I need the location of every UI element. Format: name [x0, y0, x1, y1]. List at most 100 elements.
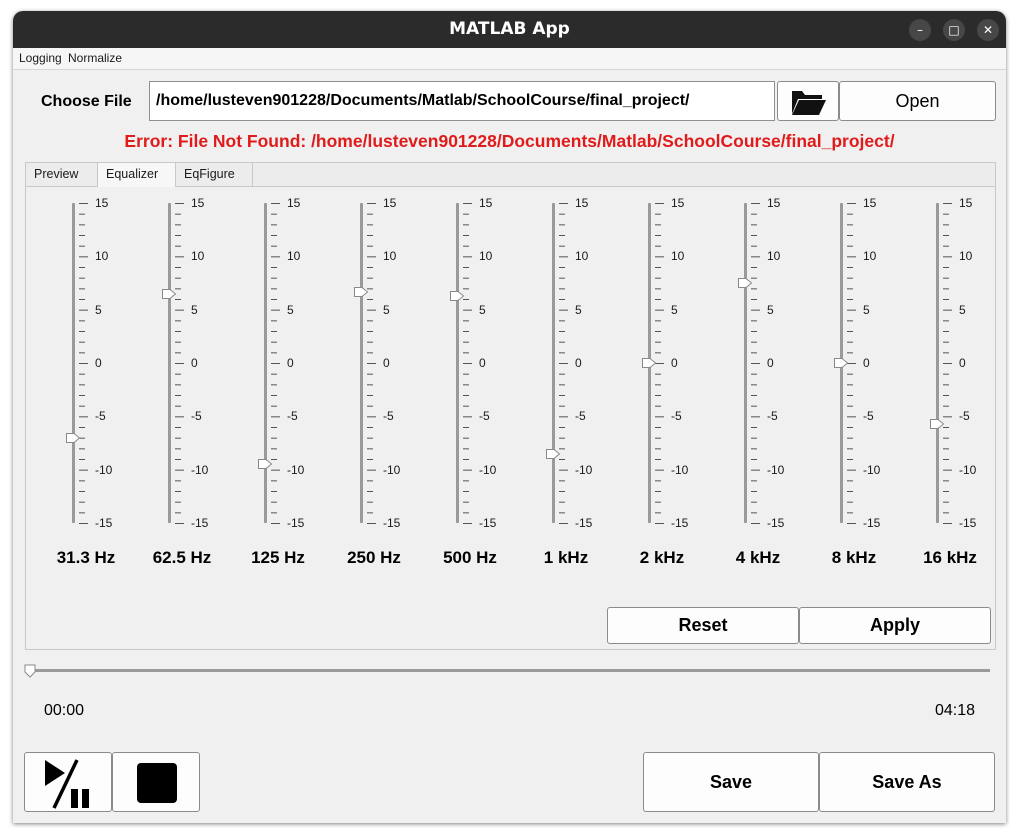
slider-track[interactable]: [552, 203, 555, 523]
eq-slider[interactable]: 15 10 5 0 -5 -10 -15: [38, 196, 134, 543]
menu-normalize[interactable]: Normalize: [68, 51, 122, 65]
title-bar: MATLAB App – □ ✕: [13, 11, 1006, 48]
menu-logging[interactable]: Logging: [19, 51, 62, 65]
slider-tick-label: -15: [95, 516, 113, 530]
eq-slider[interactable]: 15 10 5 0 -5 -10 -15: [326, 196, 422, 543]
slider-tick-label: -5: [767, 409, 778, 424]
app-window: MATLAB App – □ ✕ Logging Normalize Choos…: [13, 11, 1006, 823]
slider-thumb[interactable]: [354, 286, 368, 297]
slider-tick-label: -15: [479, 516, 497, 530]
slider-track[interactable]: [456, 203, 459, 523]
save-button[interactable]: Save: [643, 752, 819, 812]
slider-tick-label: 15: [191, 196, 205, 210]
slider-tick-label: 15: [767, 196, 781, 210]
slider-tick-label: -15: [287, 516, 305, 530]
seek-bar[interactable]: [30, 669, 990, 672]
error-message: Error: File Not Found: /home/lusteven901…: [124, 131, 895, 151]
slider-tick-label: 10: [767, 249, 781, 264]
eq-slider[interactable]: 15 10 5 0 -5 -10 -15: [806, 196, 902, 543]
slider-thumb[interactable]: [258, 459, 272, 470]
maximize-button[interactable]: □: [943, 19, 965, 41]
minimize-button[interactable]: –: [909, 19, 931, 41]
band-label: 16 kHz: [923, 548, 977, 567]
total-time: 04:18: [935, 702, 976, 719]
slider-tick-label: 10: [575, 249, 589, 264]
slider-tick-label: 15: [383, 196, 397, 210]
tab-preview[interactable]: Preview: [26, 163, 98, 186]
slider-ticks: [847, 203, 856, 524]
stop-icon: [137, 763, 177, 803]
slider-tick-label: -10: [959, 462, 977, 477]
slider-tick-label: -10: [191, 462, 209, 477]
slider-tick-label: 10: [95, 249, 109, 264]
eq-slider[interactable]: 15 10 5 0 -5 -10 -15: [134, 196, 230, 543]
slider-tick-label: -15: [671, 516, 689, 530]
slider-tick-label: -5: [671, 409, 682, 424]
menu-bar: Logging Normalize: [13, 48, 1006, 70]
slider-tick-label: 5: [959, 302, 966, 317]
window-title: MATLAB App: [449, 19, 570, 39]
slider-tick-label: 5: [671, 302, 678, 317]
stop-button[interactable]: [112, 752, 200, 812]
eq-slider[interactable]: 15 10 5 0 -5 -10 -15: [422, 196, 518, 543]
folder-open-icon: [792, 91, 826, 115]
slider-thumb[interactable]: [162, 288, 176, 299]
tab-strip: Preview Equalizer EqFigure: [26, 163, 995, 187]
play-pause-button[interactable]: [24, 752, 112, 812]
eq-slider[interactable]: 15 10 5 0 -5 -10 -15: [710, 196, 806, 543]
slider-thumb[interactable]: [930, 418, 944, 429]
slider-tick-label: 5: [575, 302, 582, 317]
seek-thumb[interactable]: [24, 664, 36, 678]
slider-tick-label: 10: [671, 249, 685, 264]
slider-track[interactable]: [936, 203, 939, 523]
slider-tick-label: -15: [767, 516, 785, 530]
slider-tick-label: 5: [287, 302, 294, 317]
slider-tick-label: 15: [863, 196, 877, 210]
band-label: 125 Hz: [251, 548, 305, 567]
band-label: 8 kHz: [831, 548, 877, 567]
slider-thumb[interactable]: [66, 432, 80, 443]
slider-tick-label: 15: [479, 196, 493, 210]
slider-thumb[interactable]: [738, 278, 752, 288]
tab-panel: Preview Equalizer EqFigure 15 10 5 0 -5 -10 -1…: [25, 162, 996, 650]
slider-tick-label: 0: [383, 356, 390, 370]
tab-eqfigure[interactable]: EqFigure: [176, 163, 253, 186]
tab-equalizer[interactable]: Equalizer: [98, 163, 176, 187]
reset-button[interactable]: Reset: [607, 607, 799, 644]
band-label: 500 Hz: [443, 548, 497, 567]
slider-tick-label: 5: [95, 302, 102, 317]
close-button[interactable]: ✕: [977, 19, 999, 41]
slider-tick-label: 10: [383, 249, 397, 264]
slider-tick-label: 0: [575, 356, 582, 370]
slider-tick-label: -10: [671, 462, 689, 477]
open-button[interactable]: Open: [839, 81, 996, 121]
slider-tick-label: 10: [959, 249, 973, 264]
slider-tick-label: 5: [767, 302, 774, 317]
slider-track[interactable]: [744, 203, 747, 523]
browse-button[interactable]: [777, 81, 839, 121]
slider-thumb[interactable]: [834, 358, 848, 368]
apply-button[interactable]: Apply: [799, 607, 991, 644]
slider-tick-label: -15: [863, 516, 881, 530]
eq-slider[interactable]: 15 10 5 0 -5 -10 -15: [614, 196, 710, 543]
slider-tick-label: 10: [863, 249, 877, 264]
eq-slider[interactable]: 15 10 5 0 -5 -10 -15: [230, 196, 326, 543]
slider-ticks: [463, 203, 472, 524]
slider-thumb[interactable]: [450, 290, 464, 301]
slider-track[interactable]: [360, 203, 363, 523]
slider-track[interactable]: [168, 203, 171, 523]
slider-thumb[interactable]: [642, 358, 656, 368]
eq-slider[interactable]: 15 10 5 0 -5 -10 -15: [518, 196, 614, 543]
slider-tick-label: -10: [287, 462, 305, 477]
slider-track[interactable]: [72, 203, 75, 523]
band-label: 1 kHz: [543, 548, 589, 567]
file-path-input[interactable]: /home/lusteven901228/Documents/Matlab/Sc…: [149, 81, 775, 121]
slider-thumb[interactable]: [546, 448, 560, 459]
slider-tick-label: 5: [191, 302, 198, 317]
eq-slider[interactable]: 15 10 5 0 -5 -10 -15: [902, 196, 998, 543]
slider-ticks: [79, 203, 88, 524]
slider-track[interactable]: [264, 203, 267, 523]
slider-tick-label: -10: [863, 462, 881, 477]
save-as-button[interactable]: Save As: [819, 752, 995, 812]
slider-tick-label: 15: [287, 196, 301, 210]
